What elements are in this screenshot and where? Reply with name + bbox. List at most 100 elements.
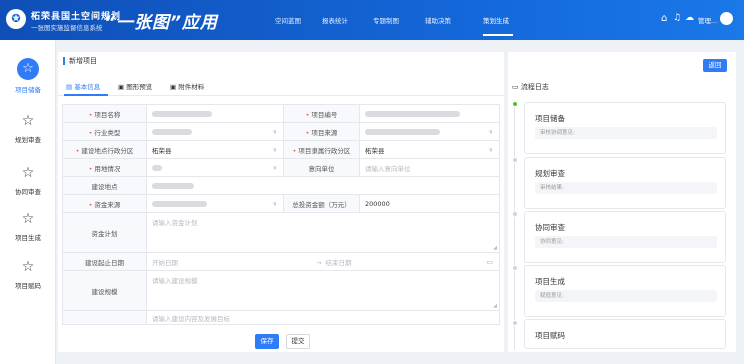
investment-label: 总投资金额（万元） [283, 194, 360, 213]
fund-plan-label: 资金计划 [62, 212, 147, 253]
sidebar: ☆ 项目储备 ☆ 规划审查 ☆ 协同审查 ☆ 项目生成 ☆ 项目赋码 [0, 40, 56, 364]
chevron-down-icon: ∨ [272, 164, 277, 171]
sidebar-item-project-reserve[interactable]: ☆ 项目储备 [0, 58, 56, 94]
chevron-down-icon: ∨ [272, 128, 277, 135]
land-select[interactable]: ∨ [146, 158, 284, 177]
save-button[interactable]: 保存 [255, 334, 279, 349]
flow-step-name: 协同审查 [535, 223, 565, 232]
resize-handle-icon[interactable]: ◢ [493, 245, 497, 251]
star-icon: ☆ [21, 165, 35, 181]
sidebar-item-label: 规划审查 [15, 136, 41, 144]
content-textarea[interactable]: 请输入建设内容及发展目标 [146, 310, 500, 325]
app-title: “一张图”应用 [104, 13, 218, 33]
flow-step-name: 规划审查 [535, 169, 565, 178]
tab-graphic-preview[interactable]: ▣ 图形预览 [118, 81, 152, 91]
sidebar-item-label: 项目储备 [15, 86, 41, 94]
page-title: 新增项目 [63, 57, 97, 65]
home-icon[interactable]: ⌂ [661, 13, 667, 24]
sidebar-item-plan-review[interactable]: ☆ 规划审查 [0, 112, 56, 144]
project-form: • 项目名称 • 项目编号 • 行业类型 ∨ • 项目来源 ∨ • 建设地点行政分区 柘荣… [62, 104, 500, 325]
cloud-icon[interactable]: ☁ [685, 13, 694, 23]
chevron-down-icon: ∨ [488, 128, 493, 135]
top-navigation-bar: ✪ 柘荣县国土空间规划 一张图实施监督信息系统 “一张图”应用 空间蓝图 报表统… [0, 0, 744, 40]
period-label: 建设起止日期 [62, 252, 147, 271]
nav-item-mapping[interactable]: 专题制图 [373, 15, 399, 25]
resize-handle-icon[interactable]: ◢ [493, 303, 497, 309]
document-icon: ▤ [66, 83, 75, 91]
land-label: • 用地情况 [62, 158, 147, 177]
tab-basic-info[interactable]: ▤ 基本信息 [66, 81, 100, 91]
project-name-input[interactable] [146, 104, 284, 123]
flow-card-joint-review: 协同审查 协同意见: [524, 211, 726, 263]
process-log-title: ▭ 流程日志 [512, 83, 549, 91]
project-code-input[interactable] [359, 104, 500, 123]
sidebar-item-label: 项目生成 [15, 234, 41, 242]
submit-button[interactable]: 提交 [286, 334, 310, 349]
chevron-down-icon: ∨ [272, 200, 277, 207]
avatar[interactable] [720, 12, 733, 25]
flow-card-coding: 项目赋码 [524, 319, 726, 349]
nav-item-planning[interactable]: 策划生成 [483, 15, 509, 25]
industry-select[interactable]: ∨ [146, 122, 284, 141]
flow-card-generate: 项目生成 赋值意见: [524, 265, 726, 317]
intent-unit-label: 意向单位 [283, 158, 360, 177]
attachment-icon: ▣ [170, 83, 179, 91]
source-select[interactable]: ∨ [359, 122, 500, 141]
nav-item-statistics[interactable]: 报表统计 [322, 15, 348, 25]
flow-step-name: 项目赋码 [535, 331, 565, 340]
sidebar-item-project-generate[interactable]: ☆ 项目生成 [0, 210, 56, 242]
intent-unit-input[interactable]: 请输入意向单位 [359, 158, 500, 177]
calendar-icon: ▭ [512, 83, 521, 91]
sidebar-item-label: 项目赋码 [15, 282, 41, 290]
calendar-icon: ▭ [486, 257, 493, 266]
flow-card-reserve: 项目储备 审核协调意见: [524, 102, 726, 154]
site-label: 建设地点 [62, 176, 147, 195]
flow-step-note: 审核结果: [535, 182, 717, 194]
belong-district-select[interactable]: 柘荣县 ∨ [359, 140, 500, 159]
district-select[interactable]: 柘荣县 ∨ [146, 140, 284, 159]
flow-step-note: 赋值意见: [535, 290, 717, 302]
chevron-down-icon: ∨ [272, 146, 277, 153]
nav-item-decision[interactable]: 辅助决策 [425, 15, 451, 25]
belong-district-label: • 项目隶属行政分区 [283, 140, 360, 159]
star-icon: ☆ [21, 259, 35, 275]
flow-step-name: 项目储备 [535, 114, 565, 123]
chevron-down-icon: ∨ [488, 146, 493, 153]
project-code-label: • 项目编号 [283, 104, 360, 123]
star-icon: ☆ [17, 58, 39, 80]
flow-step-name: 项目生成 [535, 277, 565, 286]
fund-plan-textarea[interactable]: 请输入资金计划 ◢ [146, 212, 500, 253]
active-nav-indicator [483, 34, 513, 36]
back-button[interactable]: 返回 [703, 59, 727, 72]
timeline-dot [511, 265, 518, 271]
nav-item-blueprint[interactable]: 空间蓝图 [275, 15, 301, 25]
flow-step-note: 审核协调意见: [535, 127, 717, 139]
date-range-picker[interactable]: 开始日期 → 结束日期 ▭ [146, 252, 500, 271]
sidebar-item-label: 协同审查 [15, 188, 41, 196]
sidebar-item-project-coding[interactable]: ☆ 项目赋码 [0, 258, 56, 290]
timeline-dot [511, 320, 518, 326]
investment-input[interactable]: 200000 [359, 194, 500, 213]
timeline-dot [511, 157, 518, 163]
scale-textarea[interactable]: 请输入建设规模 ◢ [146, 270, 500, 311]
district-label: • 建设地点行政分区 [62, 140, 147, 159]
fund-source-label: • 资金来源 [62, 194, 147, 213]
brand-subtitle: 一张图实施监督信息系统 [31, 24, 103, 32]
content-label [62, 310, 147, 325]
project-name-label: • 项目名称 [62, 104, 147, 123]
star-icon: ☆ [21, 113, 35, 129]
tab-attachments[interactable]: ▣ 附件材料 [170, 81, 204, 91]
timeline-dot-done [511, 101, 518, 107]
timeline-line [514, 100, 515, 350]
user-name[interactable]: 管理... [698, 15, 717, 25]
sidebar-item-joint-review[interactable]: ☆ 协同审查 [0, 164, 56, 196]
tab-divider [58, 95, 504, 96]
bell-icon[interactable]: ♫ [673, 13, 681, 23]
image-icon: ▣ [118, 83, 127, 91]
site-input[interactable] [146, 176, 500, 195]
emblem-icon: ✪ [6, 9, 26, 29]
active-tab-indicator [64, 94, 108, 96]
fund-source-select[interactable]: ∨ [146, 194, 284, 213]
industry-label: • 行业类型 [62, 122, 147, 141]
star-icon: ☆ [21, 211, 35, 227]
